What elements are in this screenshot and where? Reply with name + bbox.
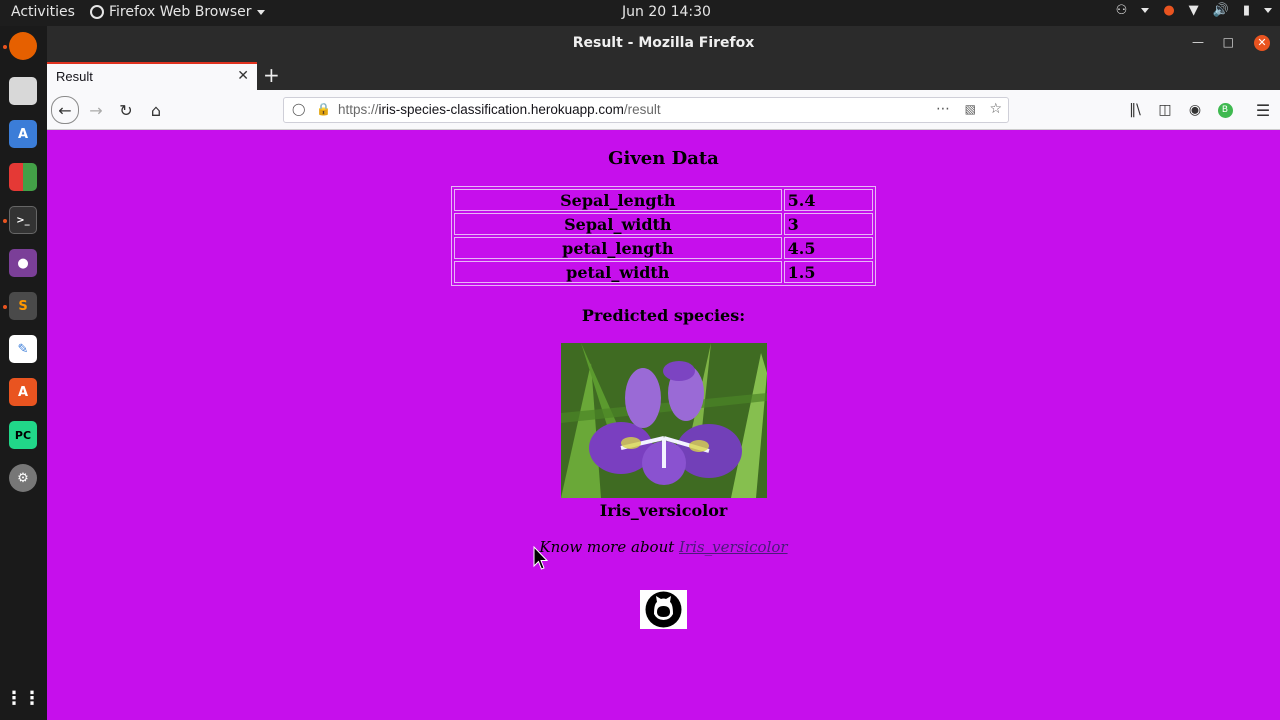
system-tray[interactable]: ⚇ ● ▼ 🔊 ▮ (1116, 3, 1272, 18)
extension-icon[interactable]: B (1213, 98, 1237, 122)
table-cell-value: 3 (783, 213, 873, 235)
iris-flower-image (561, 343, 767, 498)
tracking-protection-icon[interactable]: ◯ (292, 102, 305, 116)
window-titlebar: Result - Mozilla Firefox — □ ✕ (47, 26, 1280, 62)
table-cell-value: 1.5 (783, 261, 873, 283)
pycharm-icon[interactable]: PC (9, 421, 37, 449)
mouse-cursor-icon (533, 546, 549, 570)
app-menu-label: Firefox Web Browser (109, 4, 252, 20)
lock-icon[interactable]: 🔒 (316, 102, 331, 116)
table-row: petal_length 4.5 (454, 237, 873, 259)
table-cell-key: Sepal_width (454, 213, 782, 235)
pocket-icon[interactable]: ▧ (965, 102, 976, 116)
volume-icon[interactable]: 🔊 (1213, 3, 1229, 18)
close-tab-icon[interactable]: ✕ (237, 68, 249, 84)
running-indicator (3, 45, 7, 49)
settings-icon[interactable]: ⚙ (9, 464, 37, 492)
app-grid-color-icon[interactable] (9, 163, 37, 191)
firefox-window: Result - Mozilla Firefox — □ ✕ Result ✕ … (47, 26, 1280, 720)
accessibility-icon[interactable]: ⚇ (1116, 3, 1128, 18)
minimize-icon[interactable]: — (1192, 35, 1204, 49)
dock: A >_ ● S ✎ A PC ⚙ ⋮⋮ (0, 26, 47, 720)
battery-icon[interactable]: ▮ (1243, 3, 1250, 18)
maximize-icon[interactable]: □ (1223, 35, 1234, 49)
firefox-icon[interactable] (9, 32, 37, 60)
know-more-link[interactable]: Iris_versicolor (679, 538, 788, 556)
table-cell-key: petal_length (454, 237, 782, 259)
reload-icon[interactable]: ↻ (114, 98, 138, 122)
new-tab-icon[interactable]: + (263, 63, 280, 87)
account-icon[interactable]: ◉ (1183, 98, 1207, 122)
chevron-down-icon (1264, 8, 1272, 13)
clock[interactable]: Jun 20 14:30 (622, 4, 711, 20)
github-icon[interactable] (640, 590, 687, 629)
video-icon[interactable]: ● (9, 249, 37, 277)
tab-label: Result (56, 69, 93, 84)
wifi-icon[interactable]: ▼ (1189, 3, 1199, 18)
table-row: Sepal_length 5.4 (454, 189, 873, 211)
page-actions-icon[interactable]: ⋯ (936, 101, 950, 117)
predicted-species-label: Predicted species: (581, 306, 746, 325)
forward-icon[interactable]: → (84, 98, 108, 122)
sublime-text-icon[interactable]: S (9, 292, 37, 320)
page-heading: Given Data (608, 148, 719, 169)
table-row: Sepal_width 3 (454, 213, 873, 235)
sidebar-icon[interactable]: ◫ (1153, 98, 1177, 122)
app-menu[interactable]: Firefox Web Browser (90, 4, 265, 20)
navigation-toolbar: ← → ↻ ⌂ ◯ 🔒 https://iris-species-classif… (47, 90, 1280, 130)
chevron-down-icon (1141, 8, 1150, 13)
table-row: petal_width 1.5 (454, 261, 873, 283)
know-more-label: Know more about (539, 538, 680, 556)
given-data-table: Sepal_length 5.4 Sepal_width 3 petal_length 4… (451, 186, 876, 286)
gnome-top-bar: Activities Firefox Web Browser Jun 20 14… (0, 0, 1280, 26)
window-title: Result - Mozilla Firefox (572, 35, 755, 51)
screen-record-icon[interactable]: ● (1163, 3, 1174, 18)
library-icon[interactable]: ‖\ (1123, 98, 1147, 122)
activities-button[interactable]: Activities (11, 4, 75, 20)
software-center-icon[interactable]: A (9, 378, 37, 406)
tab-bar: Result ✕ + (47, 62, 1280, 90)
table-cell-value: 5.4 (783, 189, 873, 211)
know-more-text: Know more about Iris_versicolor (47, 538, 1280, 556)
chevron-down-icon (256, 9, 265, 15)
show-apps-icon[interactable]: ⋮⋮ (5, 684, 41, 712)
close-window-icon[interactable]: ✕ (1254, 35, 1270, 51)
table-cell-value: 4.5 (783, 237, 873, 259)
url-text[interactable]: https://iris-species-classification.hero… (338, 102, 661, 117)
hamburger-menu-icon[interactable]: ☰ (1251, 98, 1275, 122)
files-icon[interactable] (9, 77, 37, 105)
firefox-small-icon (90, 5, 104, 19)
tab-result[interactable]: Result ✕ (47, 62, 257, 90)
translate-icon[interactable]: A (9, 120, 37, 148)
text-editor-icon[interactable]: ✎ (9, 335, 37, 363)
back-icon[interactable]: ← (51, 96, 79, 124)
url-bar[interactable]: ◯ 🔒 https://iris-species-classification.… (283, 97, 1009, 123)
predicted-species-name: Iris_versicolor (599, 501, 728, 520)
bookmark-star-icon[interactable]: ☆ (989, 101, 1002, 117)
running-indicator (3, 305, 7, 309)
table-cell-key: petal_width (454, 261, 782, 283)
page-content: Given Data Sepal_length 5.4 Sepal_width 3 pe… (47, 130, 1280, 720)
home-icon[interactable]: ⌂ (144, 98, 168, 122)
running-indicator (3, 219, 7, 223)
terminal-icon[interactable]: >_ (9, 206, 37, 234)
table-cell-key: Sepal_length (454, 189, 782, 211)
